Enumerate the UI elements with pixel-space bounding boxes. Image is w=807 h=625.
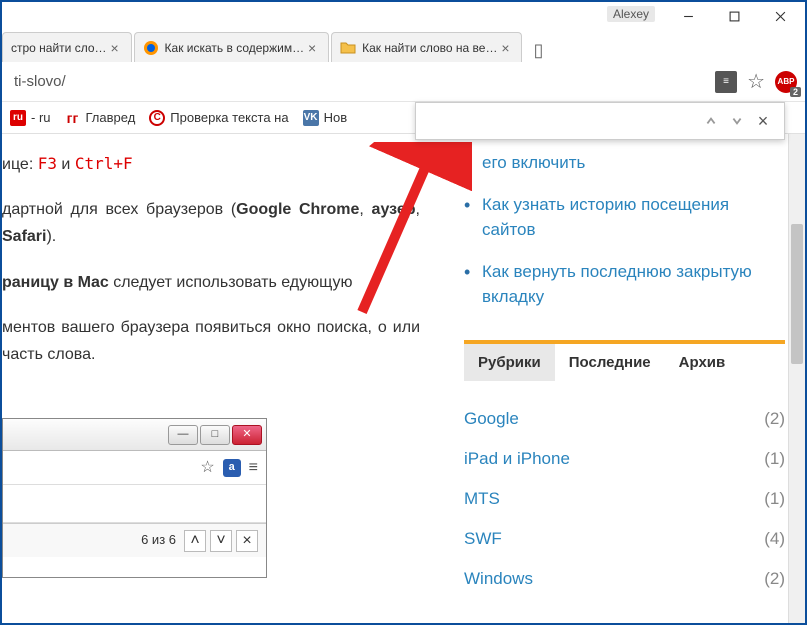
find-in-page-bar: × [415, 102, 785, 140]
ru-icon: ru [10, 110, 26, 126]
find-close-button[interactable]: × [750, 111, 776, 132]
address-bar: ti-slovo/ ≡ ☆ ABP 2 [2, 62, 805, 102]
inner-x-icon: × [236, 530, 258, 552]
kbd-ctrlf: Ctrl+F [75, 154, 133, 173]
bookmark-ru[interactable]: ru - ru [10, 110, 51, 126]
category-item: Google (2) [464, 399, 785, 439]
window-titlebar: Alexey [2, 2, 805, 30]
user-label: Alexey [607, 6, 655, 22]
bookmark-label: Проверка текста на [170, 110, 288, 125]
category-count: (1) [764, 449, 785, 469]
list-item: его включить [464, 150, 785, 176]
category-item: iPad и iPhone (1) [464, 439, 785, 479]
list-item: Как узнать историю посещения сайтов [464, 192, 785, 243]
bookmark-textcheck[interactable]: C Проверка текста на [149, 110, 288, 126]
tab-title: Как искать в содержим… [165, 41, 305, 55]
category-list: Google (2) iPad и iPhone (1) MTS (1) SWF (4)… [464, 399, 785, 599]
inner-maximize-icon: □ [200, 425, 230, 445]
inner-close-icon: ✕ [232, 425, 262, 445]
widget-tabs: Рубрики Последние Архив [464, 344, 785, 381]
window-close-button[interactable] [757, 4, 803, 28]
abp-badge: 2 [790, 87, 801, 97]
tab-rubrics[interactable]: Рубрики [464, 344, 555, 381]
bookmark-label: Нов [324, 110, 348, 125]
category-link[interactable]: iPad и iPhone [464, 449, 570, 469]
inner-menu-icon: ≡ [249, 454, 258, 481]
inner-a-icon: a [223, 459, 241, 477]
tab-title: Как найти слово на ве… [362, 41, 497, 55]
folder-icon [340, 40, 356, 56]
vertical-scrollbar[interactable] [788, 134, 805, 623]
tab-strip: стро найти сло… × Как искать в содержим…… [2, 30, 805, 62]
category-item: MTS (1) [464, 479, 785, 519]
category-count: (2) [764, 569, 785, 589]
categories-widget: Рубрики Последние Архив Google (2) iPad и… [464, 340, 785, 599]
inner-findbar: 6 из 6 ˄ ˅ × [3, 523, 266, 557]
browser-tab-2[interactable]: Как найти слово на ве… × [331, 32, 522, 62]
find-prev-button[interactable] [698, 108, 724, 134]
inner-minimize-icon: — [168, 425, 198, 445]
category-count: (2) [764, 409, 785, 429]
tab-recent[interactable]: Последние [555, 344, 665, 381]
window-minimize-button[interactable] [665, 4, 711, 28]
bookmark-label: - ru [31, 110, 51, 125]
inner-titlebar: — □ ✕ [3, 419, 266, 451]
c-circle-icon: C [149, 110, 165, 126]
embedded-screenshot: — □ ✕ ☆ a ≡ 6 из 6 ˄ ˅ × [2, 418, 267, 578]
find-next-button[interactable] [724, 108, 750, 134]
glavred-icon: гг [65, 110, 81, 126]
category-item: SWF (4) [464, 519, 785, 559]
window-maximize-button[interactable] [711, 4, 757, 28]
tab-title: стро найти сло… [11, 41, 107, 55]
inner-find-count: 6 из 6 [141, 529, 176, 551]
browser-tab-1[interactable]: Как искать в содержим… × [134, 32, 330, 62]
bookmark-glavred[interactable]: гг Главред [65, 110, 136, 126]
page-content: ице: F3 и Ctrl+F дартной для всех браузе… [2, 134, 805, 623]
url-text[interactable]: ti-slovo/ [10, 73, 715, 90]
category-count: (4) [764, 529, 785, 549]
vk-icon: VK [303, 110, 319, 126]
category-link[interactable]: MTS [464, 489, 500, 509]
inner-star-icon: ☆ [200, 454, 214, 481]
sidebar-link[interactable]: Как вернуть последнюю закрытую вкладку [482, 262, 752, 307]
inner-down-icon: ˅ [210, 530, 232, 552]
tab-close-icon[interactable]: × [107, 40, 123, 56]
bookmark-star-icon[interactable]: ☆ [747, 69, 765, 94]
tab-archive[interactable]: Архив [665, 344, 740, 381]
category-count: (1) [764, 489, 785, 509]
reader-mode-icon[interactable]: ≡ [715, 71, 737, 93]
sidebar-link[interactable]: Как узнать историю посещения сайтов [482, 195, 729, 240]
bookmark-label: Главред [86, 110, 136, 125]
inner-urlbar: ☆ a ≡ [3, 451, 266, 485]
category-link[interactable]: Windows [464, 569, 533, 589]
firefox-icon [143, 40, 159, 56]
find-input[interactable] [424, 109, 698, 133]
category-link[interactable]: SWF [464, 529, 502, 549]
article-body: ице: F3 и Ctrl+F дартной для всех браузе… [2, 134, 440, 623]
tab-close-icon[interactable]: × [304, 40, 320, 56]
tab-close-icon[interactable]: × [497, 40, 513, 56]
sidebar: его включить Как узнать историю посещени… [440, 134, 805, 623]
kbd-f3: F3 [38, 154, 57, 173]
scrollbar-thumb[interactable] [791, 224, 803, 364]
browser-tab-0[interactable]: стро найти сло… × [2, 32, 132, 62]
abp-extension-icon[interactable]: ABP 2 [775, 71, 797, 93]
bookmark-vk[interactable]: VK Нов [303, 110, 348, 126]
related-links: его включить Как узнать историю посещени… [464, 150, 785, 310]
new-tab-button[interactable]: ▯ [524, 38, 552, 62]
category-item: Windows (2) [464, 559, 785, 599]
inner-up-icon: ˄ [184, 530, 206, 552]
category-link[interactable]: Google [464, 409, 519, 429]
list-item: Как вернуть последнюю закрытую вкладку [464, 259, 785, 310]
